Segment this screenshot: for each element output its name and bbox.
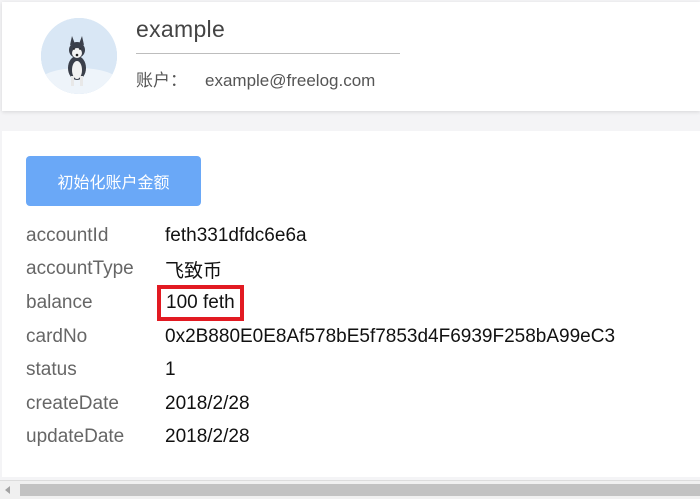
info-value: 2018/2/28 <box>165 392 250 414</box>
init-balance-button[interactable]: 初始化账户金额 <box>26 156 201 206</box>
username: example <box>136 16 226 42</box>
info-value: 1 <box>165 359 176 381</box>
info-row-updateDate: updateDate 2018/2/28 <box>26 421 615 455</box>
account-panel: 初始化账户金额 accountId feth331dfdc6e6a accoun… <box>2 131 700 477</box>
account-email: example@freelog.com <box>205 71 376 90</box>
info-key: status <box>26 359 77 381</box>
info-row-accountType: accountType 飞致币 <box>26 253 615 287</box>
info-row-createDate: createDate 2018/2/28 <box>26 387 615 421</box>
username-divider <box>136 53 400 54</box>
info-value: 飞致币 <box>165 260 223 282</box>
info-row-balance: balance 100 feth <box>26 284 615 321</box>
info-value: 2018/2/28 <box>165 426 250 448</box>
balance-value-highlighted: 100 feth <box>157 284 244 321</box>
profile-card: example 账户： example@freelog.com <box>2 2 700 111</box>
info-key: createDate <box>26 392 119 414</box>
info-row-status: status 1 <box>26 353 615 387</box>
scroll-left-arrow-icon[interactable] <box>5 486 10 494</box>
husky-dog-icon <box>41 18 117 94</box>
info-key: cardNo <box>26 325 88 347</box>
avatar[interactable] <box>41 18 117 94</box>
horizontal-scrollbar[interactable] <box>0 480 700 499</box>
info-value: 0x2B880E0E8Af578bE5f7853d4F6939F258bA99e… <box>165 325 616 347</box>
account-info-list: accountId feth331dfdc6e6a accountType 飞致… <box>26 219 615 454</box>
info-key: updateDate <box>26 426 125 448</box>
account-row: 账户： example@freelog.com <box>136 66 375 91</box>
info-row-accountId: accountId feth331dfdc6e6a <box>26 219 615 253</box>
info-key: balance <box>26 291 93 313</box>
info-value: feth331dfdc6e6a <box>165 224 307 246</box>
info-row-cardNo: cardNo 0x2B880E0E8Af578bE5f7853d4F6939F2… <box>26 320 615 354</box>
info-key: accountId <box>26 224 109 246</box>
scrollbar-thumb[interactable] <box>20 484 700 496</box>
account-label: 账户： <box>136 71 187 90</box>
info-key: accountType <box>26 258 134 280</box>
